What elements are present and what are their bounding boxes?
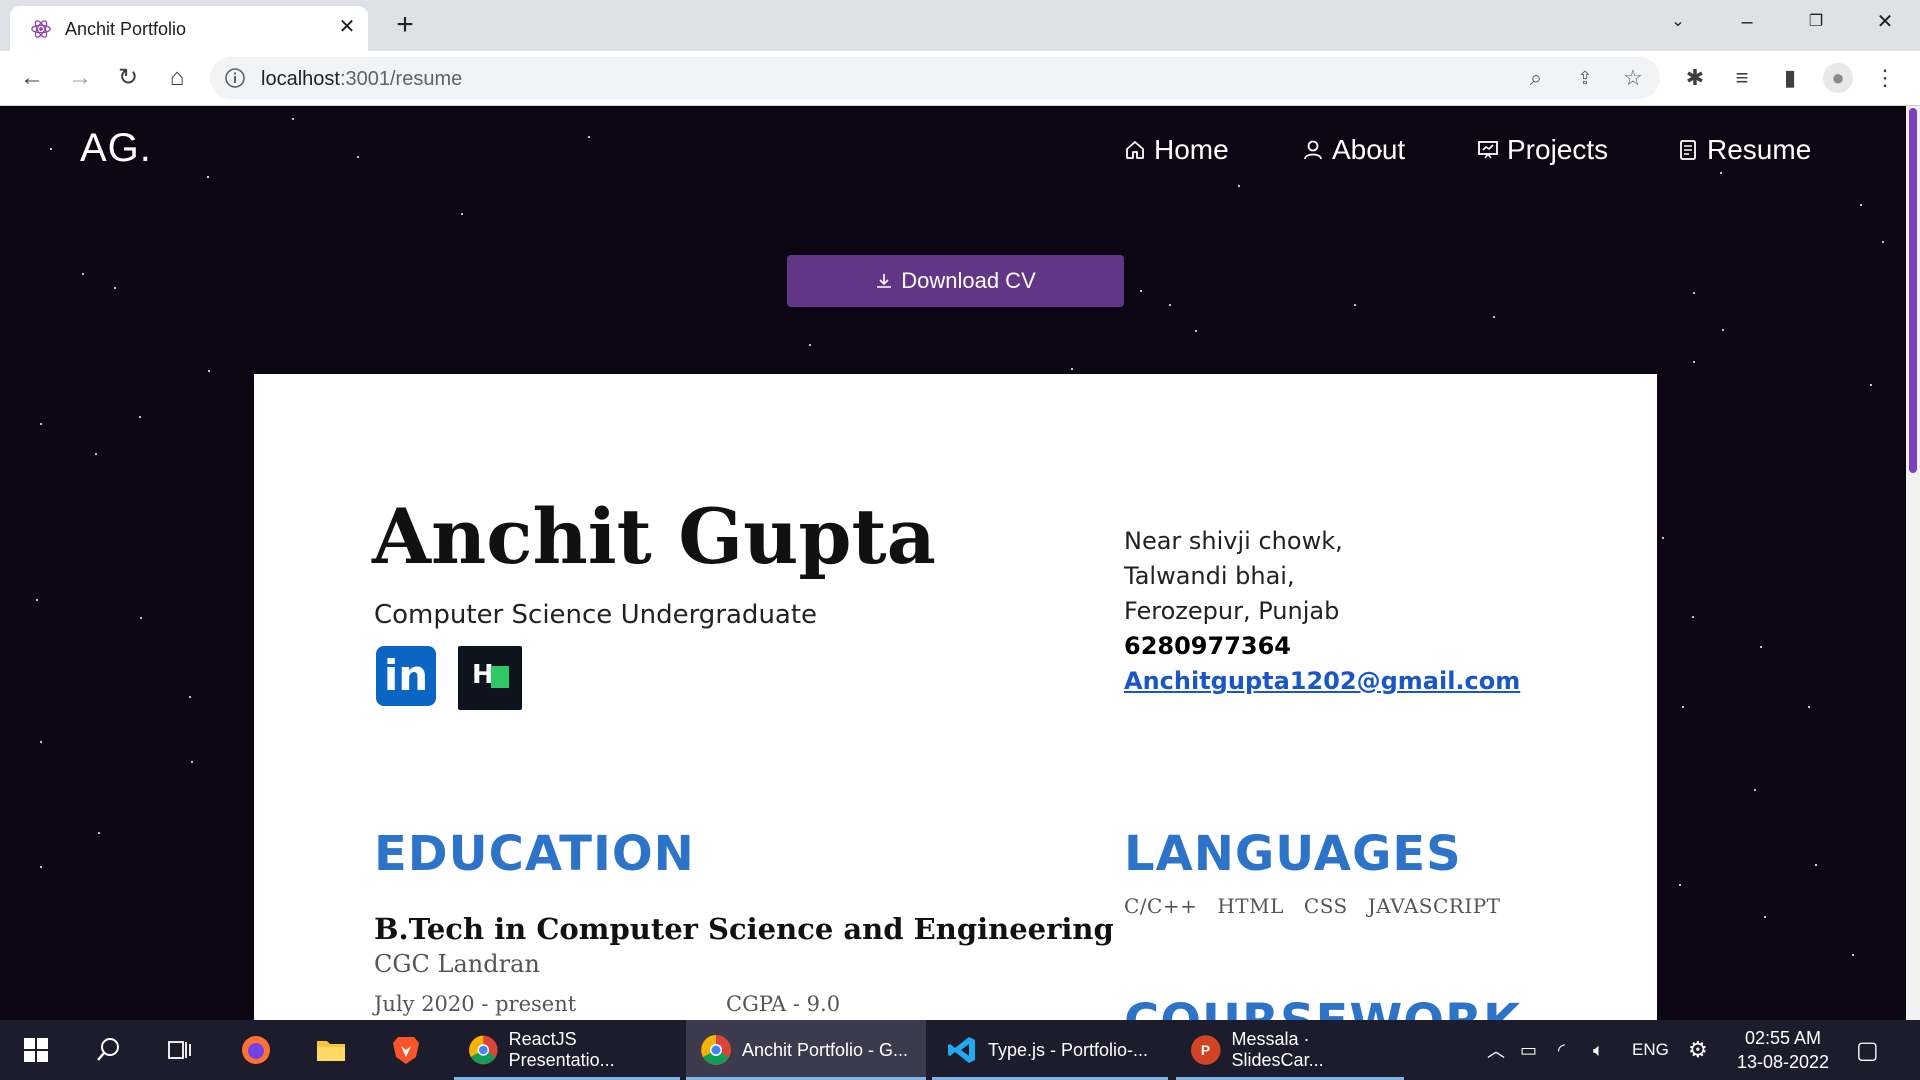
resume-name: Anchit Gupta [372,492,936,581]
restore-button[interactable]: ❐ [1796,8,1836,36]
languages-heading: LANGUAGES [1124,826,1462,882]
tab-search-icon[interactable]: ⌄ [1658,8,1698,36]
clock-time: 02:55 AM [1744,1028,1822,1048]
language-item: HTML [1217,894,1284,918]
contact-block: Near shivji chowk, Talwandi bhai, Feroze… [1124,524,1520,699]
svg-text:P: P [1201,1043,1210,1058]
taskbar-app-vscode[interactable]: Type.js - Portfolio-... [932,1020,1168,1080]
tab-close-icon[interactable]: ✕ [335,15,359,39]
bookmark-star-icon[interactable]: ☆ [1620,65,1646,91]
media-control-icon[interactable]: ≡ [1727,63,1757,93]
react-favicon-icon [31,20,51,38]
download-cv-label: Download CV [901,268,1036,293]
site-info-icon[interactable] [224,67,246,89]
address-line: Ferozepur, Punjab [1124,597,1340,625]
windows-start-icon[interactable] [18,1032,54,1068]
firefox-icon[interactable] [238,1032,274,1068]
nav-resume-label: Resume [1707,134,1812,165]
address-line: Near shivji chowk, [1124,527,1343,555]
profile-avatar-icon[interactable]: ● [1823,63,1853,93]
forward-button[interactable]: → [63,61,97,95]
download-cv-button[interactable]: Download CV [787,255,1124,307]
page-scrollbar[interactable] [1906,106,1920,1020]
scrollbar-thumb[interactable] [1909,108,1917,473]
language-indicator[interactable]: ENG [1632,1020,1669,1080]
user-icon [1304,140,1322,160]
extensions-icon[interactable]: ✱ [1680,63,1710,93]
projects-icon [1478,141,1498,159]
taskbar-app-label: Anchit Portfolio - G... [742,1039,909,1060]
zoom-icon[interactable]: ⌕ [1523,65,1549,91]
search-icon[interactable] [90,1032,126,1068]
taskbar-app-label: Type.js - Portfolio-... [988,1039,1149,1060]
email-link[interactable]: Anchitgupta1202@gmail.com [1124,664,1520,699]
menu-kebab-icon[interactable]: ⋮ [1870,63,1900,93]
system-clock[interactable]: 02:55 AM 13-08-2022 [1728,1026,1838,1074]
show-hidden-icons-icon[interactable]: ︿ [1487,1020,1505,1080]
nav-about[interactable]: About [1302,134,1405,166]
phone-number: 6280977364 [1124,632,1291,660]
browser-tab[interactable]: Anchit Portfolio ✕ [10,6,368,51]
volume-icon[interactable]: 🔈︎ [1593,1020,1604,1080]
page-viewport: AG. Home About Projects Resume Download … [0,106,1906,1020]
site-logo[interactable]: AG. [80,126,152,171]
education-heading: EDUCATION [374,826,695,882]
degree-title: B.Tech in Computer Science and Engineeri… [374,912,1114,946]
brave-icon[interactable] [388,1032,424,1068]
nav-projects-label: Projects [1507,134,1609,165]
language-item: JAVASCRIPT [1367,894,1501,918]
hackerrank-icon[interactable]: H [458,646,522,710]
document-icon [1680,140,1696,160]
clock-date: 13-08-2022 [1736,1052,1830,1072]
wifi-icon[interactable]: ◜ [1558,1020,1565,1080]
chrome-icon [468,1035,498,1065]
taskbar-app-chrome-portfolio[interactable]: Anchit Portfolio - G... [686,1020,926,1080]
powerpoint-icon: P [1190,1035,1221,1065]
nav-about-label: About [1332,134,1406,165]
file-explorer-icon[interactable] [313,1032,349,1068]
education-dates: July 2020 - present [374,992,577,1016]
address-line: Talwandi bhai, [1124,562,1295,590]
taskbar-app-chrome-react[interactable]: ReactJS Presentatio... [454,1020,680,1080]
browser-tab-bar: Anchit Portfolio ✕ + ⌄ – ❐ ✕ [0,0,1920,51]
languages-list: C/C++ HTML CSS JAVASCRIPT [1124,894,1501,918]
nav-home-label: Home [1154,134,1229,165]
taskbar-app-powerpoint[interactable]: P Messala · SlidesCar... [1176,1020,1404,1080]
linkedin-icon[interactable]: in [376,646,436,706]
address-bar[interactable]: localhost:3001/resume ⌕ ⇪ ☆ [210,57,1660,99]
reload-button[interactable]: ↻ [111,61,145,95]
close-window-button[interactable]: ✕ [1865,8,1905,36]
college-name: CGC Landran [374,950,540,978]
taskbar-app-label: Messala · SlidesCar... [1231,1029,1324,1070]
browser-toolbar: ← → ↻ ⌂ localhost:3001/resume ⌕ ⇪ ☆ ✱ ≡ … [0,51,1920,106]
resume-document: Anchit Gupta Computer Science Undergradu… [254,374,1657,1020]
notification-icon[interactable]: ▢ [1856,1020,1879,1080]
new-tab-button[interactable]: + [390,10,420,40]
download-icon [877,274,892,288]
settings-gear-icon[interactable]: ⚙ [1688,1020,1708,1080]
nav-home[interactable]: Home [1124,134,1229,166]
resume-subtitle: Computer Science Undergraduate [374,600,818,630]
nav-projects[interactable]: Projects [1477,134,1608,166]
language-item: C/C++ [1124,894,1198,918]
share-icon[interactable]: ⇪ [1572,65,1598,91]
windows-taskbar: ReactJS Presentatio... Anchit Portfolio … [0,1020,1920,1080]
task-view-icon[interactable] [162,1032,198,1068]
home-icon [1126,141,1144,159]
minimize-button[interactable]: – [1727,8,1767,36]
home-button[interactable]: ⌂ [160,61,194,95]
back-button[interactable]: ← [15,61,49,95]
taskbar-app-label: ReactJS Presentatio... [508,1029,615,1070]
nav-resume[interactable]: Resume [1677,134,1811,166]
education-cgpa: CGPA - 9.0 [726,992,841,1016]
chrome-icon [701,1035,731,1065]
side-panel-icon[interactable]: ▮ [1775,63,1805,93]
vscode-icon [948,1037,975,1063]
coursework-heading: COURSEWORK [1124,994,1521,1020]
tab-title: Anchit Portfolio [65,19,187,39]
url-text[interactable]: localhost:3001/resume [261,68,462,91]
battery-icon[interactable]: ▭ [1520,1020,1537,1080]
language-item: CSS [1303,894,1348,918]
